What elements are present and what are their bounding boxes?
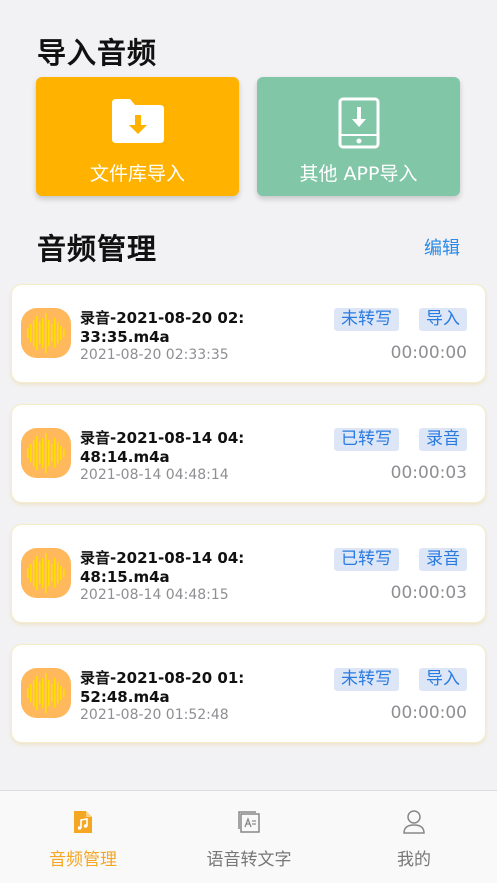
source-badge: 录音	[419, 428, 467, 451]
waveform-icon	[21, 668, 71, 718]
manage-section-title: 音频管理	[37, 232, 158, 266]
import-from-other-app-button[interactable]: 其他 APP导入	[257, 77, 460, 196]
recording-date: 2021-08-14 04:48:15	[80, 587, 229, 603]
tab-speech-to-text[interactable]: 语音转文字	[166, 791, 332, 883]
waveform-icon	[21, 548, 71, 598]
transcription-status-badge: 已转写	[334, 428, 399, 451]
music-file-icon	[72, 809, 94, 839]
user-icon	[402, 809, 426, 839]
import-section-title: 导入音频	[37, 36, 158, 70]
import-from-files-button[interactable]: 文件库导入	[36, 77, 239, 196]
transcription-status-badge: 未转写	[334, 668, 399, 691]
source-badge: 导入	[419, 668, 467, 691]
waveform-icon	[21, 308, 71, 358]
recording-name: 录音-2021-08-14 04:48:14.m4a	[80, 429, 245, 466]
recording-item[interactable]: 录音-2021-08-20 02:33:35.m4a 2021-08-20 02…	[12, 285, 485, 382]
import-from-other-app-label: 其他 APP导入	[299, 163, 418, 185]
recording-duration: 00:00:03	[390, 463, 467, 483]
tab-label: 我的	[397, 850, 431, 870]
recording-duration: 00:00:00	[390, 343, 467, 363]
bottom-tab-bar: 音频管理 语音转文字 我的	[0, 790, 497, 883]
tab-audio-management[interactable]: 音频管理	[0, 791, 166, 883]
source-badge: 导入	[419, 308, 467, 331]
recording-name: 录音-2021-08-14 04:48:15.m4a	[80, 549, 245, 586]
phone-download-icon	[337, 97, 381, 153]
recording-name: 录音-2021-08-20 01:52:48.m4a	[80, 669, 245, 706]
edit-button[interactable]: 编辑	[424, 234, 460, 260]
waveform-icon	[21, 428, 71, 478]
recording-duration: 00:00:00	[390, 703, 467, 723]
recording-item[interactable]: 录音-2021-08-14 04:48:14.m4a 2021-08-14 04…	[12, 405, 485, 502]
recording-item[interactable]: 录音-2021-08-14 04:48:15.m4a 2021-08-14 04…	[12, 525, 485, 622]
text-convert-icon	[236, 809, 262, 839]
transcription-status-badge: 已转写	[334, 548, 399, 571]
import-from-files-label: 文件库导入	[89, 163, 185, 185]
recording-duration: 00:00:03	[390, 583, 467, 603]
tab-label: 语音转文字	[206, 850, 292, 870]
source-badge: 录音	[419, 548, 467, 571]
recording-date: 2021-08-20 02:33:35	[80, 347, 229, 363]
recording-date: 2021-08-14 04:48:14	[80, 467, 229, 483]
recording-name: 录音-2021-08-20 02:33:35.m4a	[80, 309, 245, 346]
transcription-status-badge: 未转写	[334, 308, 399, 331]
folder-download-icon	[110, 97, 166, 149]
recording-date: 2021-08-20 01:52:48	[80, 707, 229, 723]
tab-profile[interactable]: 我的	[331, 791, 497, 883]
tab-label: 音频管理	[49, 850, 117, 870]
recording-item[interactable]: 录音-2021-08-20 01:52:48.m4a 2021-08-20 01…	[12, 645, 485, 742]
